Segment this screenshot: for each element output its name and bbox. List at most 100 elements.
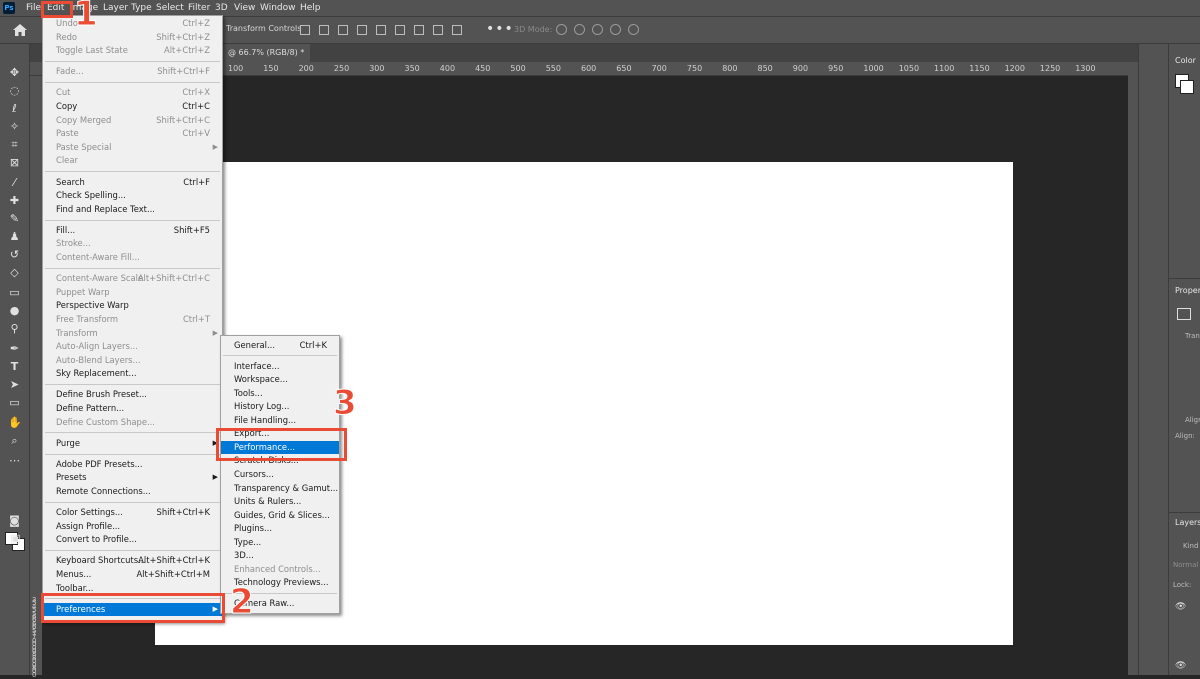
menu-file[interactable]: File — [26, 0, 41, 16]
menu-item-redo[interactable]: Redo Shift+Ctrl+Z — [43, 31, 222, 44]
brush-tool-icon[interactable]: ✎ — [8, 212, 21, 225]
menu-filter[interactable]: Filter — [188, 0, 210, 16]
menu-item-color-settings[interactable]: Color Settings... Shift+Ctrl+K — [43, 506, 222, 519]
menu-item-perspective-warp[interactable]: Perspective Warp — [43, 299, 222, 312]
menu-item-sky-replacement[interactable]: Sky Replacement... — [43, 367, 222, 380]
vertical-scrollbar[interactable] — [1128, 62, 1138, 675]
more-tools-icon[interactable]: ⋯ — [8, 454, 21, 467]
distribute-icon[interactable] — [433, 25, 443, 35]
color-panel-tab[interactable]: Color — [1175, 56, 1196, 65]
menu-item-tools[interactable]: Tools... — [221, 387, 339, 400]
menu-item-transform[interactable]: Transform ▶ — [43, 327, 222, 340]
menu-item-puppet-warp[interactable]: Puppet Warp — [43, 286, 222, 299]
menu-select[interactable]: Select — [156, 0, 184, 16]
align-section[interactable]: Align — [1185, 416, 1200, 424]
rectangle-tool-icon[interactable]: ▭ — [8, 396, 21, 409]
menu-item-content-aware-fill[interactable]: Content-Aware Fill... — [43, 251, 222, 264]
menu-item-general[interactable]: General... Ctrl+K — [221, 339, 339, 352]
align-left-icon[interactable] — [300, 25, 310, 35]
vertical-ruler[interactable]: 35455666657700008800800 — [30, 76, 42, 679]
move-tool-icon[interactable]: ✥ — [8, 66, 21, 79]
menu-item-fill[interactable]: Fill... Shift+F5 — [43, 224, 222, 237]
menu-item-purge[interactable]: Purge ▶ — [43, 437, 222, 450]
menu-item-remote-connections[interactable]: Remote Connections... — [43, 485, 222, 498]
menu-item-cut[interactable]: Cut Ctrl+X — [43, 86, 222, 99]
menu-view[interactable]: View — [234, 0, 255, 16]
hand-tool-icon[interactable]: ✋ — [8, 416, 22, 429]
menu-item-define-pattern[interactable]: Define Pattern... — [43, 402, 222, 415]
quick-mask-icon[interactable]: ◙ — [8, 514, 21, 527]
frame-tool-icon[interactable]: ⊠ — [8, 156, 21, 169]
menu-item-guides-grid-slices[interactable]: Guides, Grid & Slices... — [221, 509, 339, 522]
menu-item-define-brush-preset[interactable]: Define Brush Preset... — [43, 388, 222, 401]
menu-layer[interactable]: Layer — [103, 0, 128, 16]
history-brush-icon[interactable]: ↺ — [8, 248, 21, 261]
menu-item-enhanced-controls[interactable]: Enhanced Controls... — [221, 563, 339, 576]
stamp-tool-icon[interactable]: ♟ — [8, 230, 21, 243]
menu-item-menus[interactable]: Menus... Alt+Shift+Ctrl+M — [43, 568, 222, 581]
menu-item-content-aware-scale[interactable]: Content-Aware Scale Alt+Shift+Ctrl+C — [43, 272, 222, 285]
more-options-button[interactable]: ••• — [486, 21, 514, 37]
menu-item-search[interactable]: Search Ctrl+F — [43, 176, 222, 189]
align-bottom-icon[interactable] — [395, 25, 405, 35]
home-icon[interactable] — [12, 23, 28, 37]
blur-tool-icon[interactable]: ● — [8, 304, 21, 317]
menu-item-paste[interactable]: Paste Ctrl+V — [43, 127, 222, 140]
align-middle-icon[interactable] — [376, 25, 386, 35]
align-center-icon[interactable] — [319, 25, 329, 35]
orbit-icon[interactable] — [556, 24, 567, 35]
menu-item-workspace[interactable]: Workspace... — [221, 373, 339, 386]
document-tab[interactable]: @ 66.7% (RGB/8) * — [222, 44, 311, 62]
blend-mode-select[interactable]: Normal — [1173, 561, 1198, 569]
menu-3d[interactable]: 3D — [215, 0, 228, 16]
menu-item-find-and-replace-text[interactable]: Find and Replace Text... — [43, 203, 222, 216]
menu-item-convert-to-profile[interactable]: Convert to Profile... — [43, 533, 222, 546]
menu-item-assign-profile[interactable]: Assign Profile... — [43, 520, 222, 533]
menu-item-3d[interactable]: 3D... — [221, 549, 339, 562]
menu-item-file-handling[interactable]: File Handling... — [221, 414, 339, 427]
menu-item-adobe-pdf-presets[interactable]: Adobe PDF Presets... — [43, 458, 222, 471]
menu-item-copy[interactable]: Copy Ctrl+C — [43, 100, 222, 113]
menu-item-free-transform[interactable]: Free Transform Ctrl+T — [43, 313, 222, 326]
menu-item-toggle-last-state[interactable]: Toggle Last State Alt+Ctrl+Z — [43, 44, 222, 57]
properties-panel-tab[interactable]: Properties — [1175, 286, 1200, 295]
menu-item-units-rulers[interactable]: Units & Rulers... — [221, 495, 339, 508]
path-selection-icon[interactable]: ➤ — [8, 378, 21, 391]
eraser-tool-icon[interactable]: ◇ — [8, 266, 21, 279]
roll-icon[interactable] — [574, 24, 585, 35]
zoom-tool-icon[interactable]: ⌕ — [8, 434, 21, 447]
menu-item-presets[interactable]: Presets ▶ — [43, 471, 222, 484]
healing-brush-icon[interactable]: ✚ — [8, 194, 21, 207]
marquee-tool-icon[interactable]: ◌ — [8, 84, 21, 97]
menu-item-keyboard-shortcuts[interactable]: Keyboard Shortcuts... Alt+Shift+Ctrl+K — [43, 554, 222, 567]
menu-item-transparency-gamut[interactable]: Transparency & Gamut... — [221, 482, 339, 495]
crop-tool-icon[interactable]: ⌗ — [8, 138, 21, 151]
layer-kind-filter[interactable]: Kind — [1183, 542, 1198, 550]
screen-mode-icon[interactable]: ▣ — [9, 532, 22, 545]
menu-item-stroke[interactable]: Stroke... — [43, 237, 222, 250]
menu-item-type[interactable]: Type... — [221, 536, 339, 549]
transform-section[interactable]: Transform — [1185, 332, 1200, 340]
menu-item-undo[interactable]: Undo Ctrl+Z — [43, 17, 222, 30]
type-tool-icon[interactable]: T — [8, 360, 21, 373]
menu-item-auto-blend-layers[interactable]: Auto-Blend Layers... — [43, 354, 222, 367]
magic-wand-icon[interactable]: ✧ — [8, 120, 21, 133]
layers-panel-tab[interactable]: Layers — [1175, 518, 1200, 527]
menu-item-history-log[interactable]: History Log... — [221, 400, 339, 413]
gradient-tool-icon[interactable]: ▭ — [8, 286, 21, 299]
menu-item-interface[interactable]: Interface... — [221, 360, 339, 373]
transform-controls-label[interactable]: Transform Controls — [226, 24, 301, 33]
pen-tool-icon[interactable]: ✒ — [8, 342, 21, 355]
menu-type[interactable]: Type — [131, 0, 152, 16]
lasso-tool-icon[interactable]: ℓ — [8, 102, 21, 115]
menu-item-cursors[interactable]: Cursors... — [221, 468, 339, 481]
align-top-icon[interactable] — [357, 25, 367, 35]
drag-icon[interactable] — [592, 24, 603, 35]
color-swatch-back[interactable] — [1180, 80, 1194, 94]
menu-item-check-spelling[interactable]: Check Spelling... — [43, 189, 222, 202]
menu-item-auto-align-layers[interactable]: Auto-Align Layers... — [43, 340, 222, 353]
menu-item-fade[interactable]: Fade... Shift+Ctrl+F — [43, 65, 222, 78]
menu-item-clear[interactable]: Clear — [43, 154, 222, 167]
eyedropper-icon[interactable]: ⁄ — [8, 176, 21, 189]
menu-help[interactable]: Help — [300, 0, 321, 16]
